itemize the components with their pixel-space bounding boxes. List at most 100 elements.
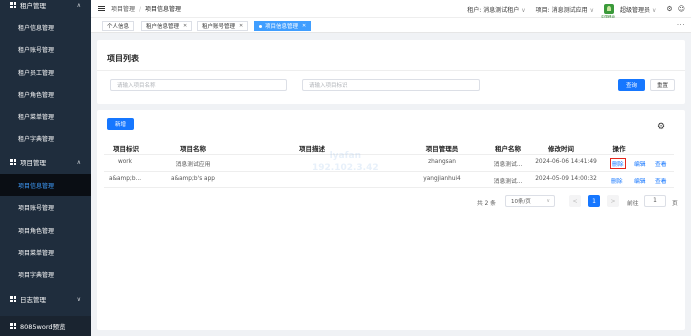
cell-admin: zhangsan (428, 159, 456, 165)
page-size-select[interactable]: 10条/页 ∨ (505, 195, 555, 207)
sidebar-group-label: 项目管理 (20, 159, 46, 167)
sidebar-item-project-info[interactable]: 项目信息管理 (0, 174, 91, 196)
chevron-up-icon: ∧ (76, 158, 81, 166)
tag-personal-info[interactable]: 个人信息 (102, 21, 135, 31)
table-card: 新增 ⚙ 项目标识 项目名称 项目描述 项目管理员 租户名称 修改时间 操作 l… (97, 110, 685, 330)
column-header: 修改时间 (548, 145, 574, 153)
sidebar-item-project-account[interactable]: 项目账号管理 (0, 196, 91, 218)
gear-icon[interactable]: ⚙ (657, 123, 666, 132)
row-divider (104, 154, 674, 155)
sidebar-item-word-preview[interactable]: 8085word预览 (0, 316, 91, 336)
breadcrumb-separator: / (139, 6, 142, 13)
sidebar-item-project-dict[interactable]: 项目字典管理 (0, 263, 91, 285)
sidebar: 租户管理 ∧ 租户信息管理 租户账号管理 租户员工管理 租户角色管理 租户菜单管… (0, 0, 91, 336)
delete-link[interactable]: 删除 (610, 158, 626, 169)
grid-icon (10, 296, 16, 302)
tags-bar: 个人信息 租户信息管理 ✕ 租户账号管理 ✕ 项目信息管理 ✕ ··· (91, 18, 691, 33)
sidebar-item-label: 租户信息管理 (18, 24, 55, 32)
grid-icon (10, 159, 16, 165)
cell-project-id: work (117, 159, 133, 165)
watermark-line: lyafan (329, 151, 362, 161)
more-icon[interactable]: ··· (677, 21, 685, 29)
cell-project-name: a&amp;b's app (171, 176, 215, 182)
tag-tenant-info[interactable]: 租户信息管理 ✕ (141, 21, 193, 31)
user-menu[interactable]: 超级管理员 ∨ (620, 5, 656, 14)
goto-page-input[interactable]: 1 (644, 195, 666, 207)
reset-button[interactable]: 重置 (650, 79, 675, 91)
row-divider (104, 171, 674, 172)
chevron-down-icon: ∨ (546, 198, 550, 204)
tag-label: 个人信息 (107, 24, 130, 30)
sidebar-item-project-menu[interactable]: 项目菜单管理 (0, 241, 91, 263)
sidebar-item-label: 项目字典管理 (18, 271, 55, 279)
close-icon[interactable]: ✕ (183, 23, 187, 29)
edit-link[interactable]: 编辑 (634, 159, 646, 168)
edit-link[interactable]: 编辑 (634, 176, 646, 185)
sidebar-group-tenant[interactable]: 租户管理 ∧ (0, 0, 91, 16)
project-select[interactable]: 项目: 消息测试应用 ∨ (536, 5, 594, 14)
cell-project-id: a&amp;b... (108, 176, 142, 182)
sidebar-item-tenant-dict[interactable]: 租户字典管理 (0, 127, 91, 149)
column-header: 项目标识 (113, 145, 139, 153)
hamburger-icon[interactable] (98, 5, 105, 12)
breadcrumb-item[interactable]: 项目管理 (111, 6, 135, 13)
user-icon[interactable]: ☺ (678, 5, 685, 13)
tenant-select-value: 消息测试租户 (483, 6, 520, 14)
search-button[interactable]: 查询 (618, 79, 645, 91)
sidebar-group-project[interactable]: 项目管理 ∧ (0, 151, 91, 173)
sidebar-item-label: 租户菜单管理 (18, 113, 55, 121)
sidebar-item-project-role[interactable]: 项目角色管理 (0, 219, 91, 241)
tenant-select[interactable]: 租户: 消息测试租户 ∨ (467, 5, 525, 14)
page-title: 项目列表 (107, 54, 139, 63)
top-bar: 项目管理 / 项目信息管理 租户: 消息测试租户 ∨ 项目: 消息测试应用 ∨ 中国移动… (91, 0, 691, 19)
breadcrumb: 项目管理 / 项目信息管理 (111, 4, 181, 13)
divider (97, 70, 685, 71)
sidebar-item-tenant-role[interactable]: 租户角色管理 (0, 83, 91, 105)
brand-logo: 中国移动 (601, 4, 615, 19)
row-divider (104, 187, 674, 188)
column-header: 项目管理员 (425, 145, 459, 153)
cell-tenant: 消息测试... (493, 162, 523, 168)
tag-label: 租户账号管理 (202, 24, 236, 30)
view-link[interactable]: 查看 (655, 176, 667, 185)
project-select-label: 项目: (535, 6, 550, 14)
close-icon[interactable]: ✕ (302, 23, 306, 29)
column-header: 项目名称 (180, 145, 206, 153)
cell-admin: yangjianhui4 (423, 176, 461, 182)
page-size-value: 10条/页 (511, 199, 531, 205)
sidebar-item-label: 项目信息管理 (18, 182, 55, 190)
chevron-down-icon: ∨ (521, 6, 526, 14)
delete-link[interactable]: 删除 (611, 176, 623, 185)
sidebar-item-tenant-staff[interactable]: 租户员工管理 (0, 61, 91, 83)
prev-page-button[interactable]: < (569, 195, 581, 207)
view-link[interactable]: 查看 (655, 159, 667, 168)
sidebar-group-label: 日志管理 (20, 296, 46, 304)
cell-tenant: 消息测试... (493, 179, 523, 185)
goto-label: 前往 (627, 201, 639, 207)
sidebar-item-tenant-menu[interactable]: 租户菜单管理 (0, 105, 91, 127)
sidebar-group-label: 租户管理 (20, 2, 46, 10)
active-dot-icon (259, 24, 262, 28)
sidebar-item-tenant-account[interactable]: 租户账号管理 (0, 38, 91, 60)
sidebar-item-label: 8085word预览 (20, 323, 66, 331)
top-bar-right: 租户: 消息测试租户 ∨ 项目: 消息测试应用 ∨ 中国移动 超级管理员 ∨ ⚙ ☺ (467, 0, 685, 19)
project-name-input[interactable]: 请输入项目名称 (110, 79, 287, 91)
sidebar-item-label: 项目账号管理 (18, 204, 55, 212)
page-number-current[interactable]: 1 (588, 195, 600, 207)
tenant-select-label: 租户: (467, 6, 482, 14)
tag-project-info[interactable]: 项目信息管理 ✕ (254, 21, 312, 31)
cell-modified: 2024-05-09 14:00:32 (535, 176, 597, 182)
project-id-input[interactable]: 请输入项目标识 (302, 79, 480, 91)
sidebar-item-label: 租户员工管理 (18, 69, 55, 77)
sidebar-item-tenant-info[interactable]: 租户信息管理 (0, 16, 91, 38)
gear-icon[interactable]: ⚙ (666, 5, 672, 13)
pagination-total: 共 2 条 (477, 201, 496, 207)
sidebar-group-log[interactable]: 日志管理 ∨ (0, 288, 91, 310)
tag-tenant-account[interactable]: 租户账号管理 ✕ (197, 21, 249, 31)
page-suffix: 页 (672, 201, 678, 207)
close-icon[interactable]: ✕ (239, 23, 243, 29)
add-button[interactable]: 新增 (107, 118, 134, 130)
next-page-button[interactable]: > (607, 195, 619, 207)
cell-project-name: 消息测试应用 (175, 162, 211, 168)
chevron-up-icon: ∧ (76, 1, 81, 9)
